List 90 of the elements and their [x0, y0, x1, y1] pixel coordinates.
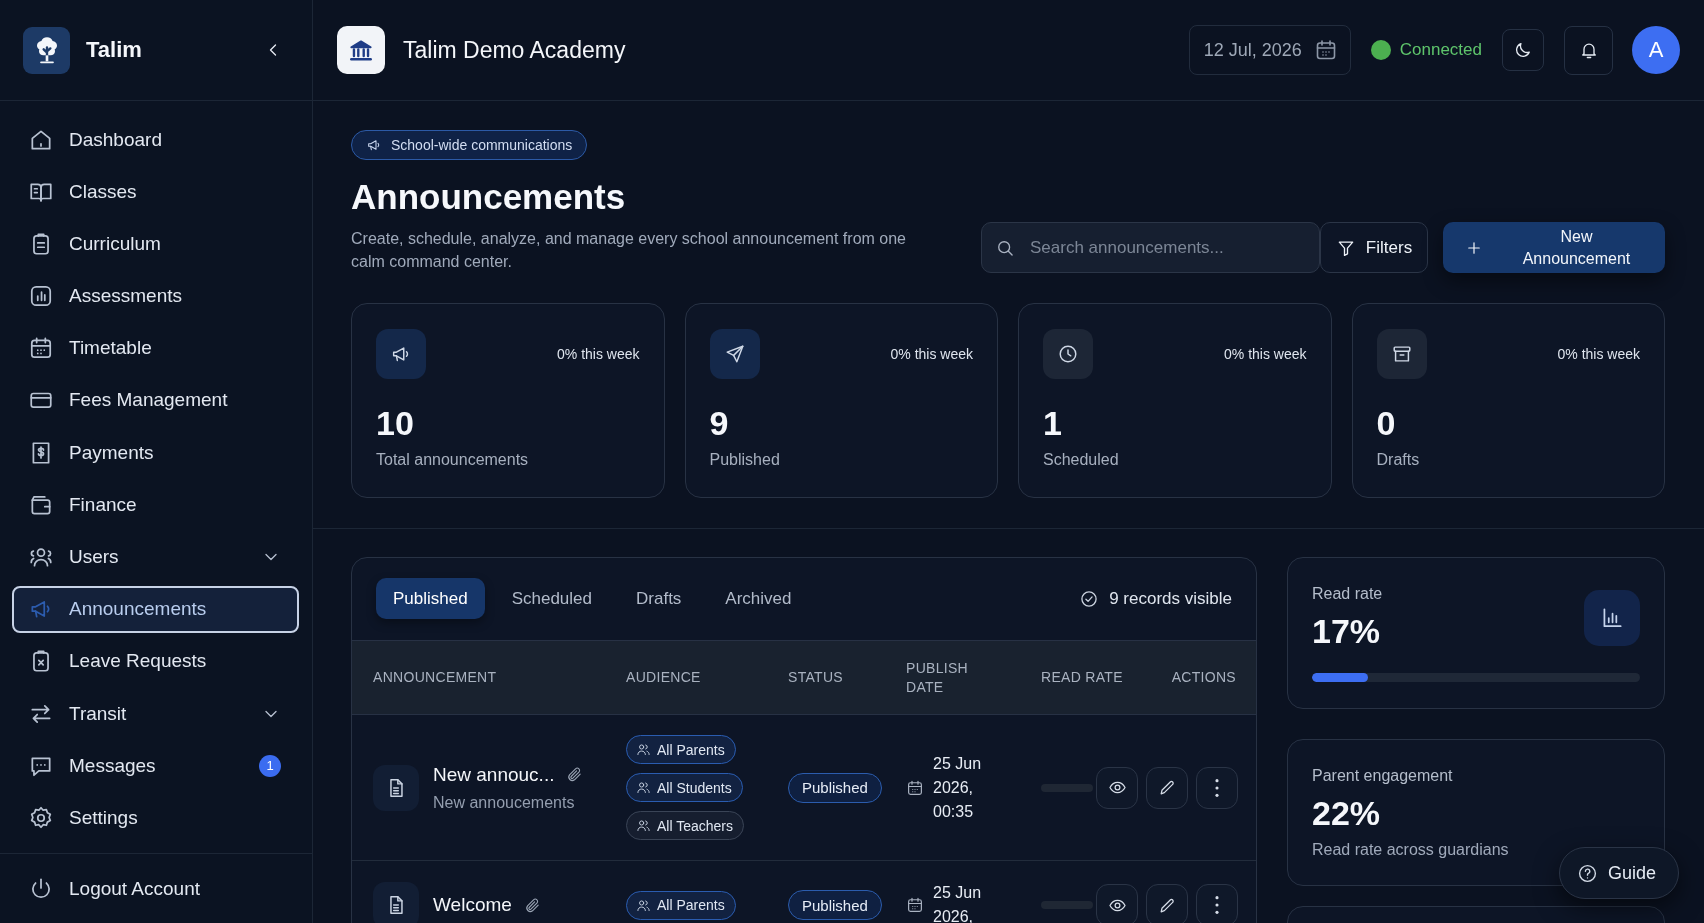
records-count: 9 records visible — [1109, 588, 1232, 609]
trend-text: 0% this week — [557, 346, 640, 362]
people-icon — [636, 897, 651, 913]
school-name: Talim Demo Academy — [403, 36, 626, 64]
sidebar-item[interactable]: Assessments — [12, 272, 299, 320]
stat-value: 9 — [709, 403, 730, 443]
bar-chart-icon — [1584, 590, 1640, 646]
column-header: PUBLISH DATE — [906, 658, 969, 697]
sidebar-item[interactable]: Payments — [12, 429, 299, 477]
view-button[interactable] — [1096, 884, 1138, 923]
sidebar-item[interactable]: Fees Management — [12, 376, 299, 424]
edit-button[interactable] — [1146, 884, 1188, 923]
sidebar-item[interactable]: Classes — [12, 168, 299, 216]
theme-toggle-button[interactable] — [1502, 29, 1544, 71]
people-icon — [636, 780, 651, 795]
tab[interactable]: Scheduled — [494, 578, 609, 619]
more-icon — [1215, 896, 1219, 914]
page-title: Announcements — [351, 176, 627, 218]
stat-label: Total announcements — [376, 450, 530, 470]
stat-label: Published — [709, 450, 781, 470]
bank-icon — [337, 26, 385, 74]
tree-logo-icon — [23, 26, 70, 74]
audience-label: All Students — [657, 779, 732, 796]
metric-label: Read rate — [1312, 584, 1383, 604]
metric-note: Read rate across guardians — [1312, 840, 1510, 860]
people-icon — [636, 742, 651, 757]
announcement-title[interactable]: Welcome — [433, 894, 512, 916]
metric-label: Parent engagement — [1312, 766, 1454, 786]
megaphone-icon — [366, 137, 382, 153]
people-icon — [636, 818, 651, 833]
audience-label: All Teachers — [657, 817, 733, 834]
trend-text: 0% this week — [1557, 346, 1640, 362]
document-icon — [373, 882, 419, 923]
check-circle-icon — [1079, 588, 1100, 609]
stat-label: Scheduled — [1043, 450, 1120, 470]
calendar-icon — [906, 778, 924, 797]
audience-label: All Parents — [657, 897, 725, 913]
guide-button[interactable]: Guide — [1558, 847, 1679, 899]
sidebar-item[interactable]: Messages 1 — [12, 742, 299, 790]
tab[interactable]: Archived — [708, 578, 809, 619]
category-label: School-wide communications — [391, 137, 573, 153]
metric-value: 22% — [1312, 793, 1382, 833]
announcement-subtitle: New annoucements — [433, 793, 576, 812]
column-header: ANNOUNCEMENT — [373, 668, 497, 687]
settings-icon — [28, 804, 54, 831]
connection-status: Connected — [1399, 40, 1482, 60]
sidebar-item[interactable]: Finance — [12, 481, 299, 529]
sidebar-item[interactable]: Transit — [12, 690, 299, 738]
notifications-button[interactable] — [1564, 25, 1613, 75]
stat-value: 10 — [376, 403, 415, 443]
tab[interactable]: Published — [376, 578, 485, 619]
column-header: STATUS — [788, 668, 843, 687]
sidebar-item[interactable]: Settings — [12, 794, 299, 842]
publish-date: 25 Jun 2026, 00:35 — [933, 753, 983, 822]
sidebar-item[interactable]: Dashboard — [12, 116, 299, 163]
stat-value: 0 — [1376, 403, 1397, 443]
tab[interactable]: Drafts — [619, 578, 699, 619]
page-description: Create, schedule, analyze, and manage every school announcement from one calm command center. — [351, 229, 907, 272]
logout-item[interactable]: Logout Account — [12, 865, 300, 912]
moon-icon — [1513, 40, 1533, 60]
column-header: AUDIENCE — [626, 668, 701, 687]
new-announcement-button[interactable]: New Announcement — [1443, 222, 1665, 273]
filters-button[interactable]: Filters — [1320, 222, 1428, 273]
stat-value: 1 — [1043, 403, 1063, 443]
document-icon — [373, 764, 419, 811]
avatar[interactable]: A — [1632, 26, 1680, 74]
calendar-icon — [906, 896, 924, 914]
metric-value: 17% — [1312, 611, 1382, 651]
brand-name: Talim — [86, 37, 142, 63]
trend-text: 0% this week — [1224, 346, 1307, 362]
help-icon — [1576, 862, 1598, 884]
status-tag: Published — [788, 772, 882, 803]
trend-text: 0% this week — [890, 346, 973, 362]
sidebar-item[interactable]: Curriculum — [12, 220, 299, 268]
audience-label: All Parents — [657, 741, 725, 758]
date-picker[interactable]: 12 Jul, 2026 — [1188, 25, 1351, 75]
sidebar-item[interactable]: Timetable — [12, 324, 299, 372]
announcement-title[interactable]: New annouc... — [433, 763, 555, 786]
edit-button[interactable] — [1146, 766, 1188, 809]
search-field[interactable]: Search announcements... — [981, 222, 1320, 273]
unread-count: 1 — [259, 754, 281, 777]
stat-label: Drafts — [1376, 450, 1421, 470]
sidebar-item[interactable]: Announcements — [12, 585, 299, 633]
sidebar-item[interactable]: Leave Requests — [12, 637, 299, 685]
status-tag: Published — [788, 890, 882, 920]
column-header: READ RATE — [1041, 668, 1123, 687]
column-header: ACTIONS — [1171, 668, 1236, 687]
more-icon — [1215, 778, 1219, 797]
view-button[interactable] — [1096, 766, 1138, 809]
sidebar-item[interactable]: Users — [12, 533, 299, 581]
